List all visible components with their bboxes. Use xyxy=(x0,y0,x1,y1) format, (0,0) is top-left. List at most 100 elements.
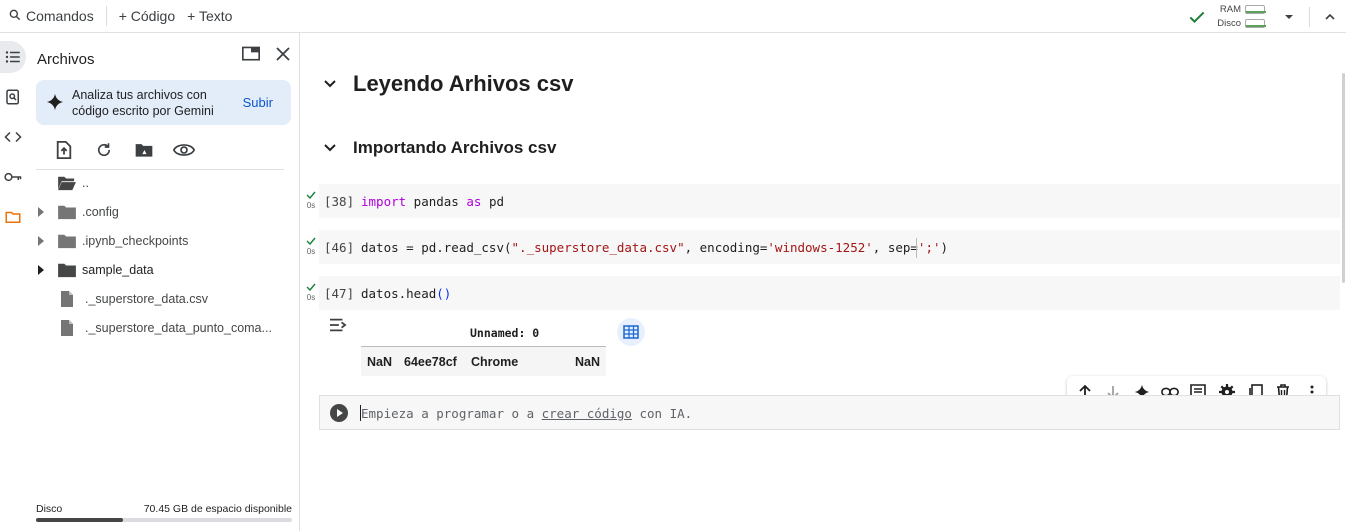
cell-time: 0s xyxy=(306,293,316,302)
generate-code-link[interactable]: crear código xyxy=(542,406,632,421)
files-panel: Archivos Analiza tus archivos con código… xyxy=(26,33,300,531)
chevron-up-icon[interactable] xyxy=(1322,9,1338,25)
code-cell[interactable]: [46] datos = pd.read_csv("._superstore_d… xyxy=(319,230,1340,264)
show-hidden-icon[interactable] xyxy=(164,139,204,161)
code-token: import xyxy=(361,194,407,209)
file-tree-label: .config xyxy=(82,205,119,219)
notebook-scrollbar[interactable] xyxy=(1342,73,1345,283)
expand-caret-icon[interactable] xyxy=(29,236,53,246)
code-cell[interactable]: [38] import pandas as pd xyxy=(319,184,1340,218)
file-tree-item[interactable]: sample_data xyxy=(26,257,300,283)
folder-icon xyxy=(57,204,79,220)
check-icon xyxy=(306,191,316,200)
add-text-label: + Texto xyxy=(187,8,233,24)
cell-code[interactable]: import pandas as pd xyxy=(361,194,504,209)
files-panel-title: Archivos xyxy=(37,51,95,68)
commands-label: Comandos xyxy=(26,8,94,24)
cell-code[interactable]: datos = pd.read_csv("._superstore_data.c… xyxy=(361,240,948,255)
file-icon xyxy=(60,319,82,337)
text-cursor xyxy=(916,238,917,258)
run-cell-icon[interactable] xyxy=(330,404,348,422)
disk-free-text: 70.45 GB de espacio disponible xyxy=(143,503,292,515)
disk-usage-label: Disco xyxy=(36,503,63,515)
cell-status: 0s xyxy=(304,191,318,210)
file-tree-item[interactable]: ._superstore_data.csv xyxy=(26,286,300,312)
close-icon[interactable] xyxy=(275,46,291,62)
heading-2-text: Importando Archivos csv xyxy=(353,138,557,157)
open-in-window-icon[interactable] xyxy=(241,45,261,63)
file-tree-item[interactable]: .. xyxy=(26,170,300,196)
top-toolbar: Comandos + Código + Texto RAM Disco xyxy=(0,0,1346,33)
collapse-chevron-icon[interactable] xyxy=(321,79,339,89)
collapse-chevron-icon[interactable] xyxy=(321,143,339,153)
placeholder-prefix: Empieza a programar o a xyxy=(361,406,542,421)
upload-button[interactable]: Subir xyxy=(243,95,273,110)
disk-bar xyxy=(1245,19,1266,28)
disk-usage-fill xyxy=(36,518,124,522)
expand-caret-icon[interactable] xyxy=(29,265,53,275)
file-tools xyxy=(44,139,204,161)
ram-label: RAM xyxy=(1219,3,1241,15)
search-icon xyxy=(8,8,26,25)
refresh-icon[interactable] xyxy=(84,139,124,161)
empty-cell-placeholder[interactable]: Empieza a programar o a crear código con… xyxy=(361,406,692,421)
cell-code[interactable]: datos.head() xyxy=(361,286,451,301)
toolbar-divider xyxy=(105,6,107,26)
code-token: "._superstore_data.csv" xyxy=(511,240,685,255)
file-icon xyxy=(60,290,82,308)
find-icon[interactable] xyxy=(0,85,26,109)
code-token: () xyxy=(436,286,452,301)
file-tree-label: .. xyxy=(82,176,89,190)
section-heading-2[interactable]: Importando Archivos csv xyxy=(321,138,556,158)
code-token: ) xyxy=(940,240,949,255)
disk-label: Disco xyxy=(1217,17,1241,29)
dataframe-cell: Chrome xyxy=(471,355,519,369)
placeholder-suffix: con IA. xyxy=(631,406,693,421)
left-rail xyxy=(0,33,26,531)
chevron-down-icon[interactable] xyxy=(1283,11,1295,23)
add-code-label: + Código xyxy=(118,8,176,24)
disk-usage-bar xyxy=(36,518,292,522)
gemini-card: Analiza tus archivos con código escrito … xyxy=(36,80,291,125)
dataframe-cell: NaN xyxy=(574,355,600,369)
gemini-text-line2: código escrito por Gemini xyxy=(72,104,214,118)
cell-status: 0s xyxy=(304,283,318,302)
file-tree-label: ._superstore_data_punto_coma... xyxy=(85,321,272,335)
code-token: , encoding= xyxy=(684,240,768,255)
section-heading-1[interactable]: Leyendo Arhivos csv xyxy=(321,71,573,97)
file-tree-item[interactable]: .ipynb_checkpoints xyxy=(26,228,300,254)
expand-caret-icon[interactable] xyxy=(29,207,53,217)
file-tree-item[interactable]: .config xyxy=(26,199,300,225)
code-snippets-icon[interactable] xyxy=(0,125,26,149)
gemini-card-text: Analiza tus archivos con código escrito … xyxy=(72,87,214,119)
cell-status: 0s xyxy=(304,237,318,256)
code-token: pd xyxy=(481,194,505,209)
cell-exec-count: [47] xyxy=(324,286,355,301)
empty-code-cell[interactable]: Empieza a programar o a crear código con… xyxy=(319,395,1340,430)
check-icon xyxy=(306,283,316,292)
check-icon xyxy=(306,237,316,246)
upload-file-icon[interactable] xyxy=(44,139,84,161)
folder-icon[interactable] xyxy=(0,205,26,229)
interactive-table-icon[interactable] xyxy=(617,318,645,346)
key-icon[interactable] xyxy=(0,165,26,189)
commands-button[interactable]: Comandos xyxy=(2,0,100,33)
toc-icon[interactable] xyxy=(0,41,26,73)
resource-monitor[interactable]: RAM Disco xyxy=(1217,3,1266,31)
code-cell[interactable]: [47] datos.head() xyxy=(319,276,1340,310)
file-tree-label: ._superstore_data.csv xyxy=(85,292,208,306)
gemini-sparkle-icon xyxy=(46,93,64,111)
toolbar-divider xyxy=(1309,6,1310,27)
cell-time: 0s xyxy=(306,201,316,210)
cell-time: 0s xyxy=(306,247,316,256)
connected-check-icon[interactable] xyxy=(1187,7,1207,27)
file-tree-item[interactable]: ._superstore_data_punto_coma... xyxy=(26,315,300,341)
output-actions-icon[interactable] xyxy=(328,317,348,333)
heading-1-text: Leyendo Arhivos csv xyxy=(353,71,574,96)
add-text-button[interactable]: + Texto xyxy=(181,0,238,33)
notebook-area: Leyendo Arhivos csv Importando Archivos … xyxy=(301,33,1346,531)
add-code-button[interactable]: + Código xyxy=(113,0,181,33)
code-token: datos.head xyxy=(361,286,437,301)
mount-drive-icon[interactable] xyxy=(124,139,164,161)
dataframe-row: NaN 64ee78cf Chrome NaN xyxy=(361,346,606,376)
